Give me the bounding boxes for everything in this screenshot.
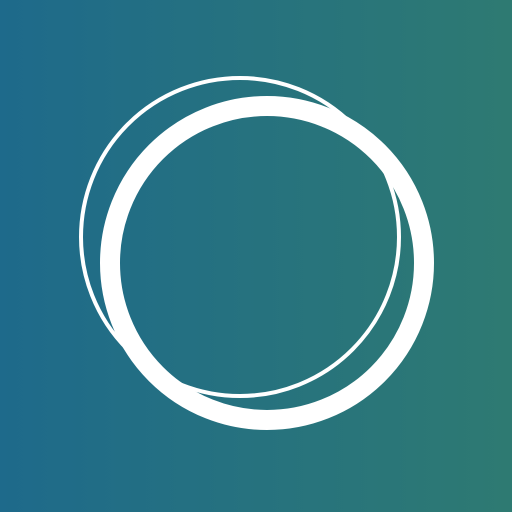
double-ring-logo-icon [79, 76, 434, 430]
thick-ring-icon [100, 96, 434, 430]
app-icon-canvas [0, 0, 512, 512]
